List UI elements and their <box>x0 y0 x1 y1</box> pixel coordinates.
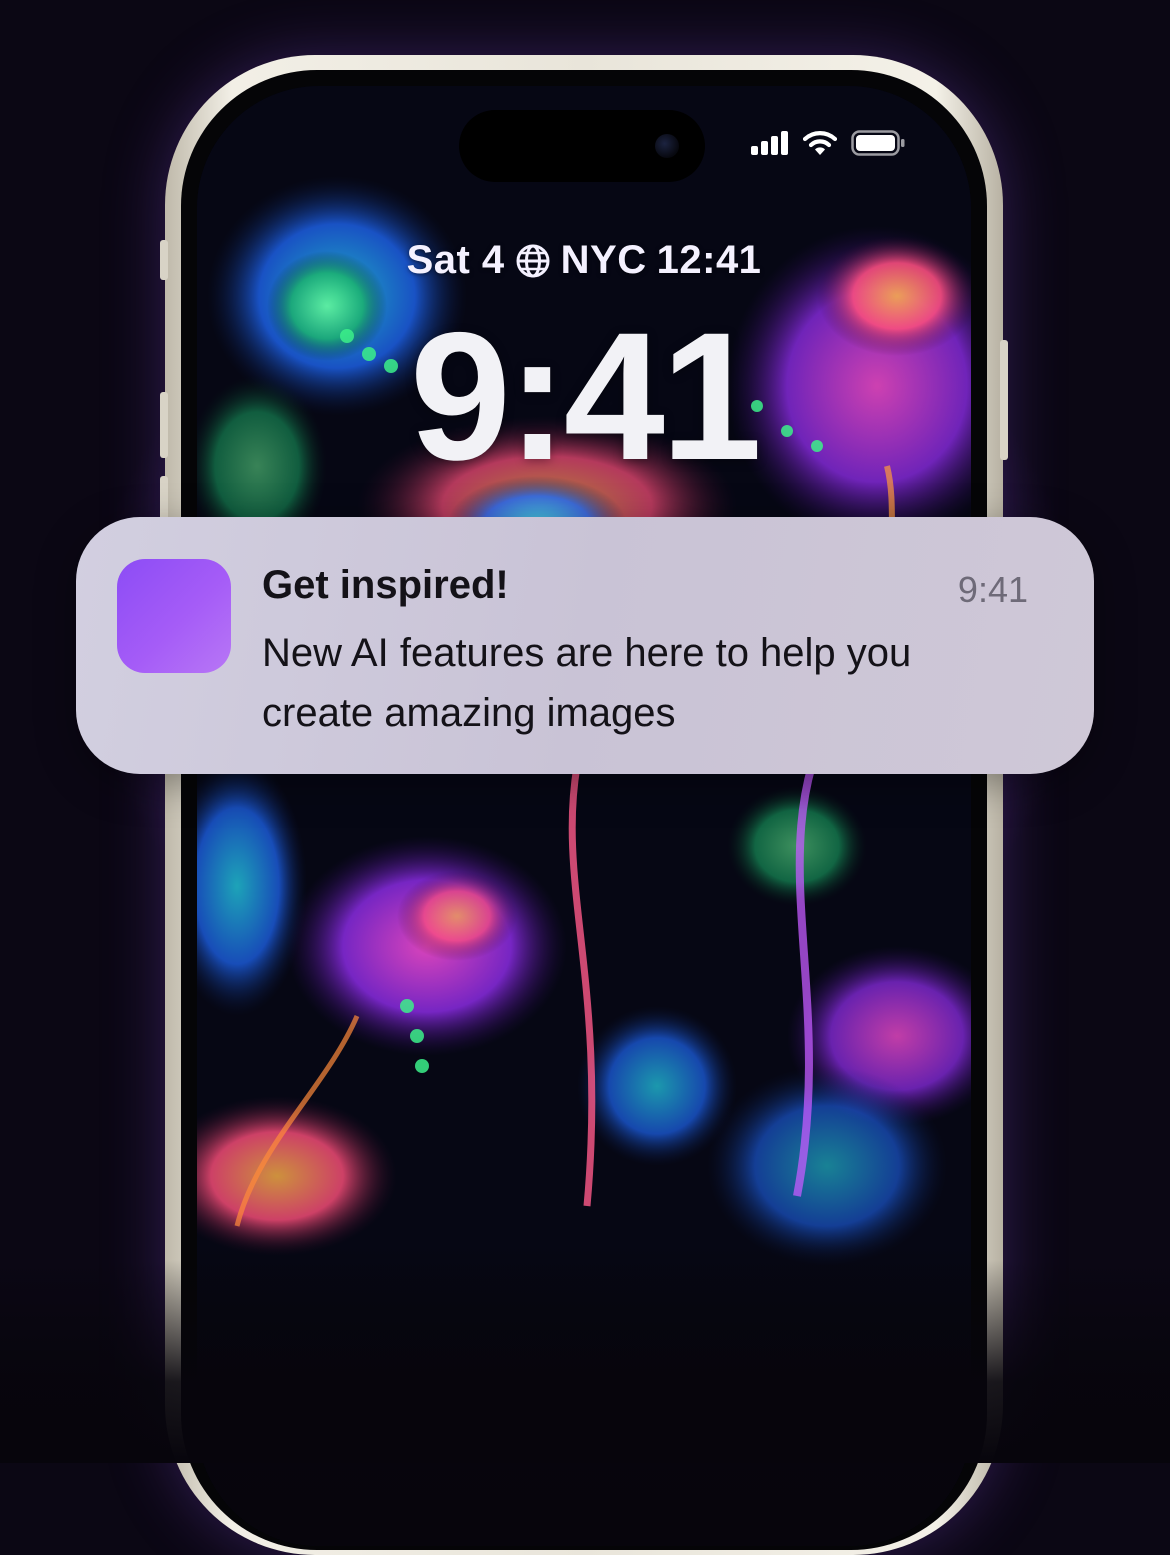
battery-icon <box>851 130 905 156</box>
volume-up-button <box>160 392 168 458</box>
wifi-icon <box>803 131 837 155</box>
globe-icon <box>516 244 550 277</box>
notification-title: Get inspired! <box>262 563 509 607</box>
world-clock-time: 12:41 <box>656 238 762 282</box>
status-bar-icons <box>751 130 905 156</box>
dynamic-island <box>459 110 705 182</box>
notification-body-line: New AI features are here to help you <box>262 631 912 675</box>
action-button <box>160 240 168 280</box>
cellular-signal-icon <box>751 131 788 155</box>
lock-screen-clock: 9:41 <box>409 294 762 498</box>
front-camera <box>655 134 679 158</box>
notification-banner[interactable]: Get inspired! 9:41 New AI features are h… <box>76 517 1094 774</box>
notification-time: 9:41 <box>957 569 1028 610</box>
lock-screen-date-line: Sat 4 NYC 12:41 <box>197 238 971 283</box>
notification-body: New AI features are here to help you cre… <box>262 623 1042 743</box>
notification-body-line: create amazing images <box>262 691 676 735</box>
power-button <box>1000 340 1008 460</box>
app-icon <box>117 559 231 673</box>
date-weekday: Sat 4 <box>406 238 505 282</box>
page-bottom-fade <box>0 1260 1170 1463</box>
world-clock-city: NYC <box>560 238 647 282</box>
